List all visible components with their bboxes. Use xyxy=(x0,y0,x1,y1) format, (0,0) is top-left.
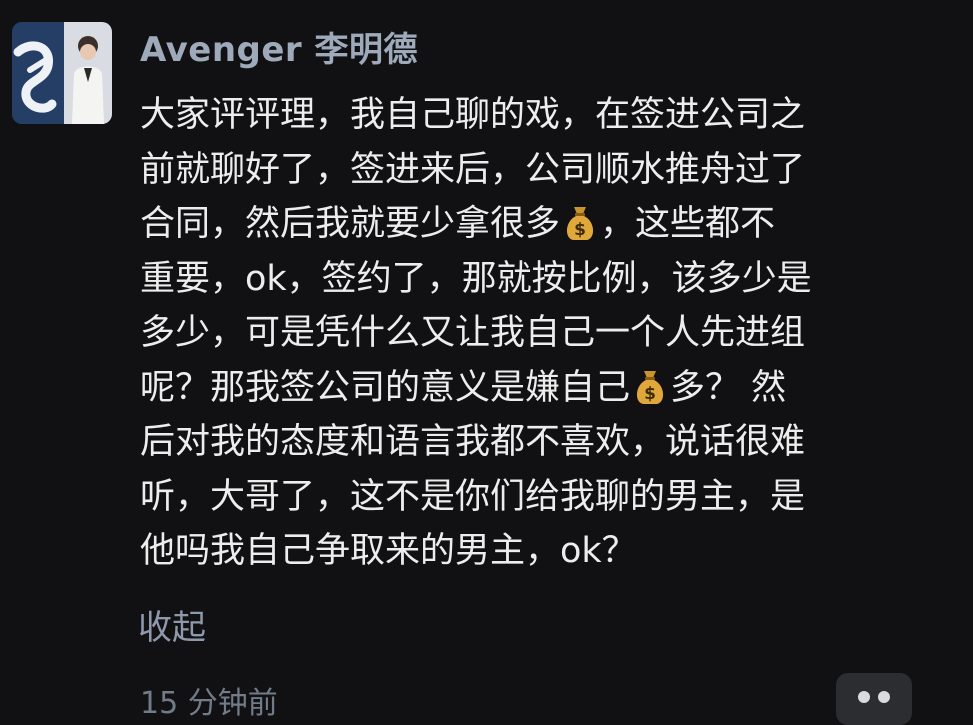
content-line: 大家评评理，我自己聊的戏，在签进公司之 xyxy=(140,88,930,143)
svg-text:$: $ xyxy=(574,220,586,240)
collapse-button[interactable]: 收起 xyxy=(138,600,206,649)
content-text: 听，大哥了，这不是你们给我聊的男主，是 xyxy=(140,476,806,517)
content-text: 呢？那我签公司的意义是嫌自己 xyxy=(140,367,631,408)
content-line: 后对我的态度和语言我都不喜欢，说话很难 xyxy=(140,415,930,470)
content-line: 前就聊好了，签进来后，公司顺水推舟过了 xyxy=(140,143,930,198)
content-line: 呢？那我签公司的意义是嫌自己 $ 多？ 然 xyxy=(140,361,930,416)
svg-text:$: $ xyxy=(644,384,656,404)
content-text: 多少，可是凭什么又让我自己一个人先进组 xyxy=(140,313,806,353)
avatar-image xyxy=(12,22,112,124)
content-text: 重要，ok，签约了，那就按比例，该多少是 xyxy=(140,258,812,299)
content-line: 合同，然后我就要少拿很多 $ ，这些都不 xyxy=(140,197,930,252)
content-text: 大家评评理，我自己聊的戏，在签进公司之 xyxy=(140,95,806,135)
content-text: 合同，然后我就要少拿很多 xyxy=(140,204,561,244)
content-text: 后对我的态度和语言我都不喜欢，说话很难 xyxy=(140,422,806,462)
more-options-icon xyxy=(858,691,870,703)
content-text: 多？ 然 xyxy=(670,367,787,408)
content-line: 多少，可是凭什么又让我自己一个人先进组 xyxy=(140,306,930,361)
timestamp: 15 分钟前 xyxy=(140,686,278,721)
content-line: 重要，ok，签约了，那就按比例，该多少是 xyxy=(140,252,930,307)
author-name[interactable]: Avenger 李明德 xyxy=(140,22,418,71)
content-line: 他吗我自己争取来的男主，ok？ xyxy=(140,524,930,579)
more-options-button[interactable] xyxy=(836,673,912,725)
content-text: ，这些都不 xyxy=(600,204,776,244)
comment-post: Avenger 李明德 大家评评理，我自己聊的戏，在签进公司之 前就聊好了，签进来… xyxy=(0,0,973,725)
content-text: 前就聊好了，签进来后，公司顺水推舟过了 xyxy=(140,149,806,190)
content-text: 他吗我自己争取来的男主，ok？ xyxy=(140,531,637,571)
comment-content: 大家评评理，我自己聊的戏，在签进公司之 前就聊好了，签进来后，公司顺水推舟过了 合同… xyxy=(140,88,930,579)
avatar[interactable] xyxy=(12,22,112,124)
money-bag-icon: $ xyxy=(633,368,667,423)
content-line: 听，大哥了，这不是你们给我聊的男主，是 xyxy=(140,470,930,525)
money-bag-icon: $ xyxy=(563,204,597,259)
